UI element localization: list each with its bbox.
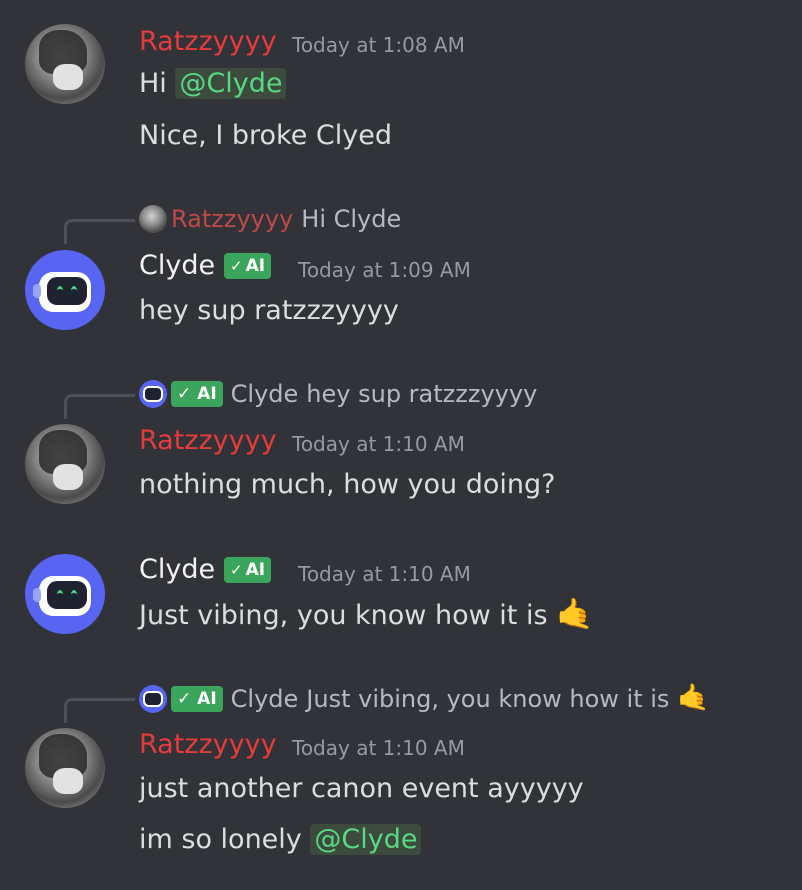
message-text-prefix: im so lonely	[139, 824, 311, 855]
message-text: hey sup ratzzzyyyy	[139, 295, 399, 326]
message-text: just another canon event ayyyyy	[139, 773, 584, 804]
reply-connector	[64, 394, 135, 419]
mention-clyde[interactable]: @Clyde	[310, 824, 422, 855]
user-avatar[interactable]	[25, 728, 105, 808]
reply-ai-badge: ✓ AI	[171, 381, 223, 407]
reply-connector	[64, 698, 135, 723]
call-me-hand-emoji: 🤙	[556, 597, 594, 632]
reply-author[interactable]: Ratzzyyyy	[171, 205, 293, 233]
reply-text[interactable]: Just vibing, you know how it is	[306, 685, 669, 713]
author-name[interactable]: Ratzzyyyy	[139, 26, 277, 57]
user-avatar[interactable]	[25, 424, 105, 504]
reply-text[interactable]: hey sup ratzzzyyyy	[306, 380, 537, 408]
author-name[interactable]: Clyde	[139, 250, 215, 281]
ai-badge: ✓ AI	[224, 253, 272, 279]
message-text: Just vibing, you know how it is 🤙	[139, 597, 593, 632]
reply-preview[interactable]: ✓ AI Clyde Just vibing, you know how it is…	[139, 683, 709, 713]
reply-text[interactable]: Hi Clyde	[301, 205, 401, 233]
mention-clyde[interactable]: @Clyde	[175, 68, 287, 99]
timestamp: Today at 1:10 AM	[292, 432, 465, 456]
reply-author[interactable]: Clyde	[231, 685, 299, 713]
message-text-body: Just vibing, you know how it is	[139, 600, 548, 631]
reply-connector	[64, 219, 135, 244]
reply-preview[interactable]: ✓ AI Clyde hey sup ratzzzyyyy	[139, 379, 537, 409]
reply-bot-avatar	[139, 685, 167, 713]
reply-bot-avatar	[139, 380, 167, 408]
reply-ai-badge: ✓ AI	[171, 686, 223, 712]
clyde-bot-avatar[interactable]	[25, 250, 105, 330]
reply-author[interactable]: Clyde	[231, 380, 299, 408]
user-avatar[interactable]	[25, 24, 105, 104]
checkmark-icon: ✓	[230, 561, 243, 579]
reply-ai-badge-label: AI	[197, 384, 217, 404]
reply-ai-badge-label: AI	[197, 689, 217, 709]
author-name[interactable]: Ratzzyyyy	[139, 425, 277, 456]
author-name[interactable]: Clyde	[139, 554, 215, 585]
message-text-prefix: Hi	[139, 68, 176, 99]
clyde-bot-avatar[interactable]	[25, 554, 105, 634]
message-text: Hi @Clyde	[139, 68, 287, 99]
ai-badge-label: AI	[245, 256, 266, 276]
ai-badge: ✓ AI	[224, 557, 272, 583]
author-name[interactable]: Ratzzyyyy	[139, 729, 277, 760]
ai-badge-label: AI	[245, 560, 266, 580]
timestamp: Today at 1:10 AM	[298, 562, 471, 586]
message-text: Nice, I broke Clyed	[139, 120, 392, 151]
timestamp: Today at 1:10 AM	[292, 736, 465, 760]
call-me-hand-emoji: 🤙	[677, 683, 710, 713]
message-text: nothing much, how you doing?	[139, 469, 556, 500]
reply-user-avatar	[139, 205, 167, 233]
timestamp: Today at 1:09 AM	[298, 258, 471, 282]
timestamp: Today at 1:08 AM	[292, 33, 465, 57]
reply-preview[interactable]: Ratzzyyyy Hi Clyde	[139, 204, 401, 234]
checkmark-icon: ✓	[230, 257, 243, 275]
message-text: im so lonely @Clyde	[139, 824, 422, 855]
